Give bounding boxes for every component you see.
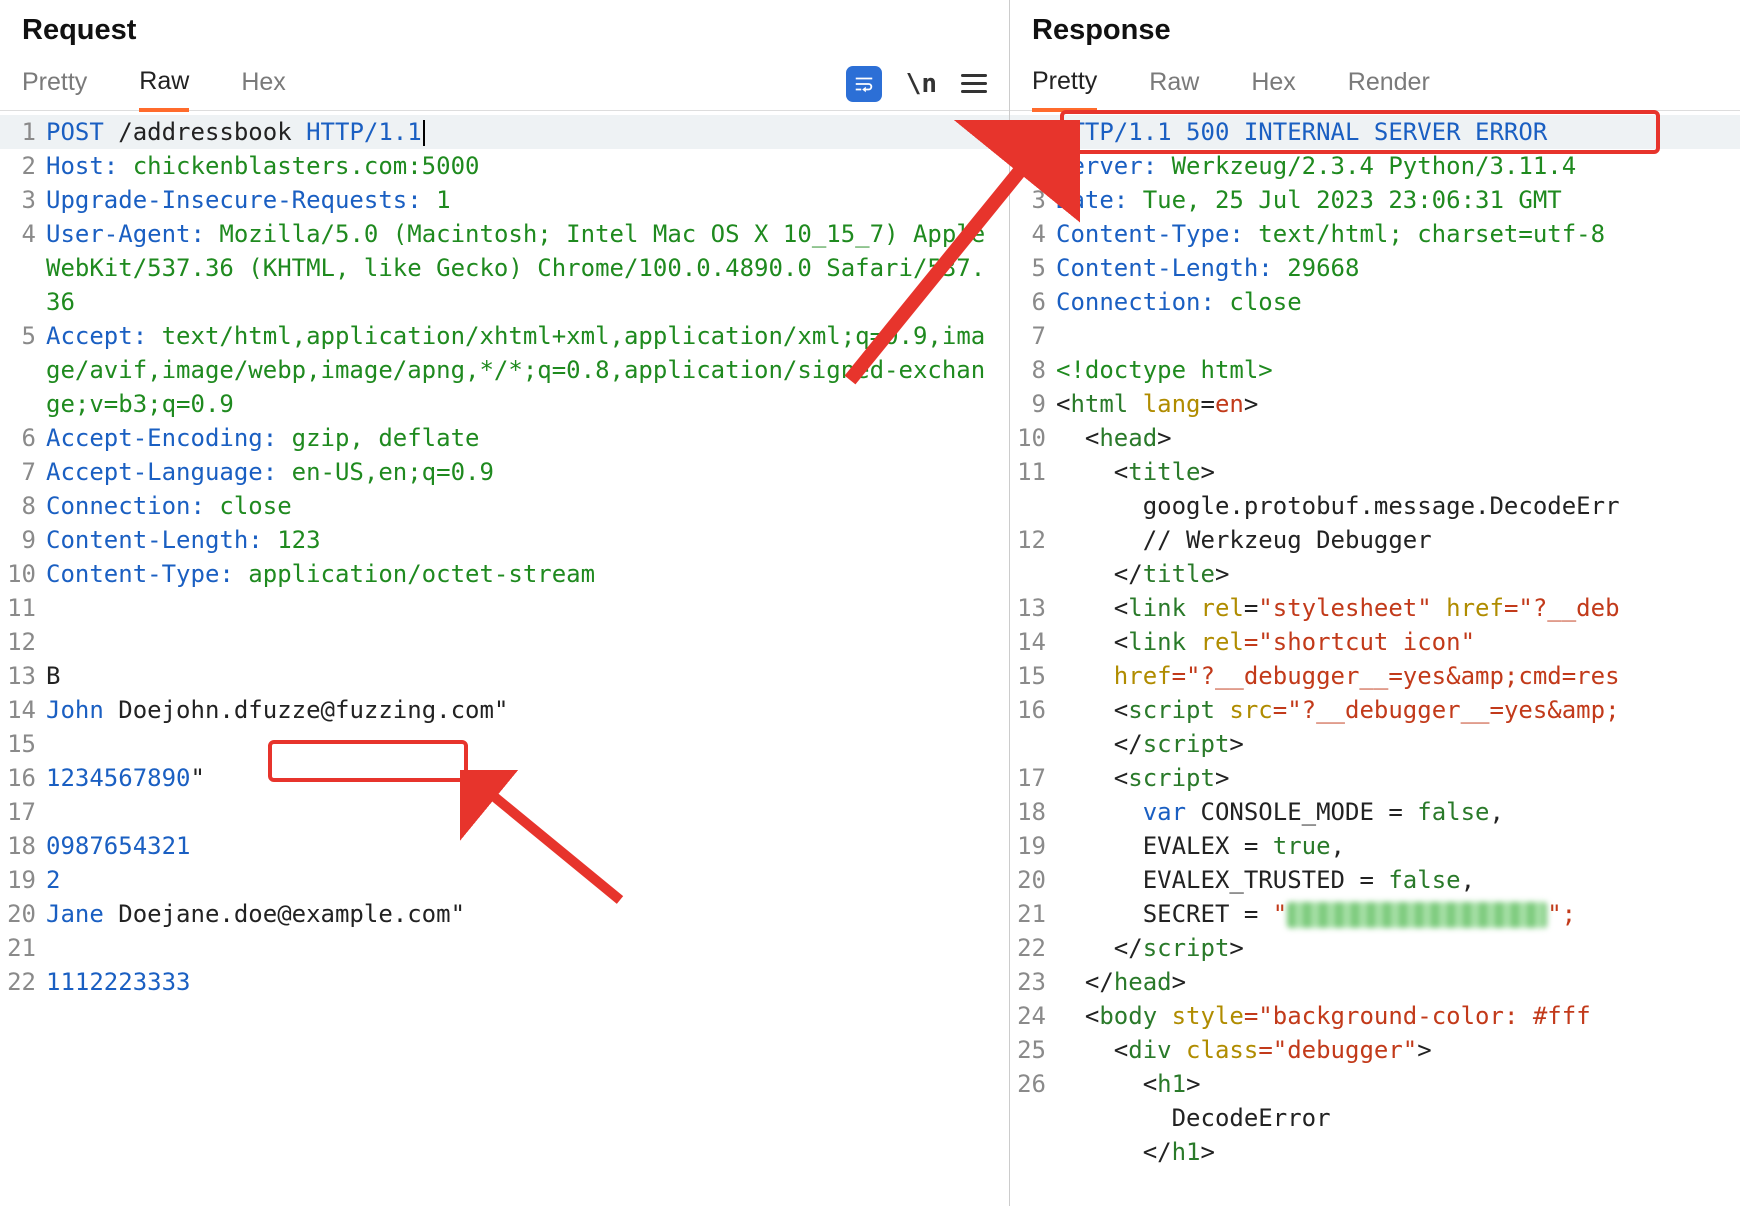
request-panel: Request Pretty Raw Hex \n 1POST /address… (0, 0, 1010, 1206)
response-editor[interactable]: 1HTTP/1.1 500 INTERNAL SERVER ERROR 2Ser… (1010, 111, 1740, 1206)
http-method: POST (46, 118, 104, 146)
redacted-secret (1287, 902, 1547, 928)
request-title: Request (0, 0, 1009, 57)
tab-raw-resp[interactable]: Raw (1149, 58, 1199, 109)
wrap-toggle-icon[interactable] (846, 66, 882, 102)
request-actions: \n (846, 66, 987, 102)
tab-pretty-resp[interactable]: Pretty (1032, 57, 1097, 112)
tab-raw[interactable]: Raw (139, 57, 189, 112)
response-panel: Response Pretty Raw Hex Render 1HTTP/1.1… (1010, 0, 1740, 1206)
tab-hex-resp[interactable]: Hex (1251, 58, 1295, 109)
request-tabs: Pretty Raw Hex \n (0, 57, 1009, 111)
tab-hex[interactable]: Hex (241, 58, 285, 109)
status-line: 500 INTERNAL SERVER ERROR (1186, 118, 1547, 146)
response-tabs: Pretty Raw Hex Render (1010, 57, 1740, 111)
request-editor[interactable]: 1POST /addressbook HTTP/1.1 2Host: chick… (0, 111, 1009, 1206)
text-cursor (423, 120, 425, 146)
response-title: Response (1010, 0, 1740, 57)
fuzzed-segment: fuzze@fuzzing (248, 696, 436, 724)
hamburger-icon[interactable] (961, 74, 987, 93)
tab-pretty[interactable]: Pretty (22, 58, 87, 109)
newline-toggle[interactable]: \n (906, 69, 937, 99)
tab-render-resp[interactable]: Render (1348, 58, 1430, 109)
